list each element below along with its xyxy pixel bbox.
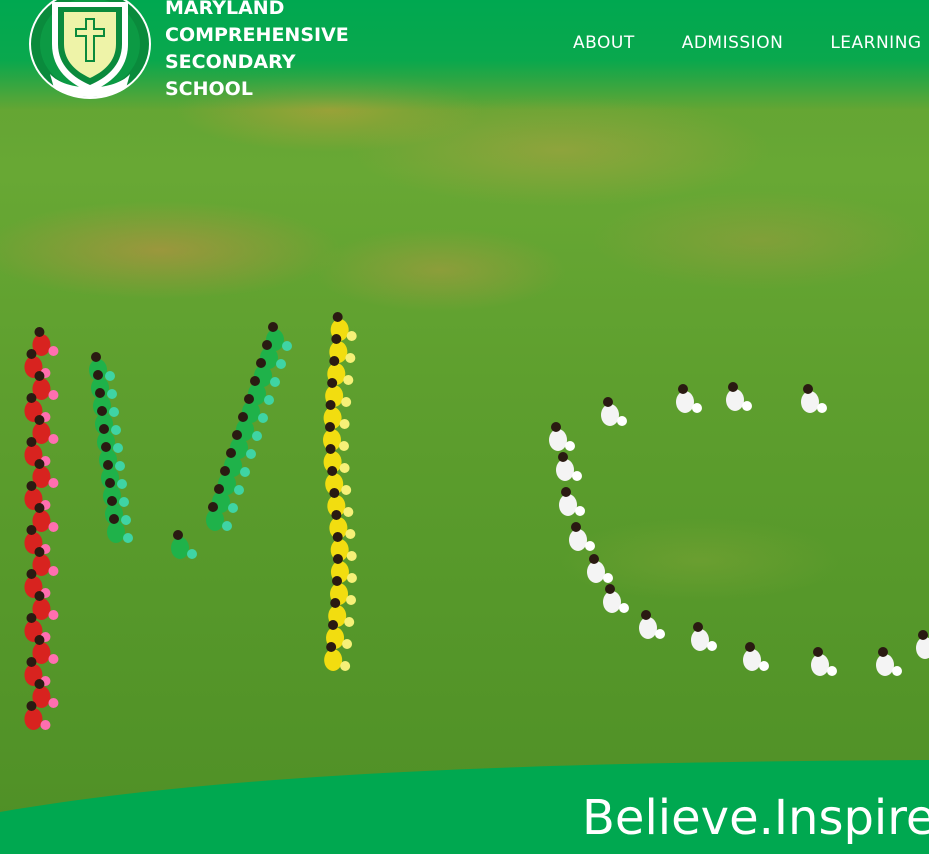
hero-photo [24,312,929,730]
student-figure [603,584,629,613]
school-crest-logo[interactable] [26,0,154,102]
student-figure [32,327,59,356]
main-nav: ABOUT ADMISSION LEARNING [573,33,922,53]
hero-tagline: Believe.Inspire [582,790,929,846]
student-figure [556,452,582,481]
student-figure [676,384,702,413]
hero-section: Believe.Inspire MARYLAND COMPREHENSIVE S… [0,0,929,854]
nav-item-learning[interactable]: LEARNING [830,33,921,53]
student-figure [171,530,197,559]
school-name-line-4: SCHOOL [165,78,253,100]
student-figure [549,422,575,451]
student-figure [601,397,627,426]
nav-item-admission[interactable]: ADMISSION [682,33,784,53]
student-figure [569,522,595,551]
student-figure [801,384,827,413]
school-name-line-1: MARYLAND [165,0,285,19]
student-figure [691,622,717,651]
student-figure [559,487,585,516]
crest-icon [29,0,151,99]
nav-item-about[interactable]: ABOUT [573,33,635,53]
student-figure [743,642,769,671]
student-figure [639,610,665,639]
school-name-line-2: COMPREHENSIVE [165,24,349,46]
school-name: MARYLAND COMPREHENSIVE SECONDARY SCHOOL [165,0,349,103]
student-figure [587,554,613,583]
site-header: MARYLAND COMPREHENSIVE SECONDARY SCHOOL … [0,0,929,110]
school-name-line-3: SECONDARY [165,51,296,73]
student-figure [811,647,837,676]
student-figure [876,647,902,676]
student-figure [916,630,929,659]
student-figure [726,382,752,411]
